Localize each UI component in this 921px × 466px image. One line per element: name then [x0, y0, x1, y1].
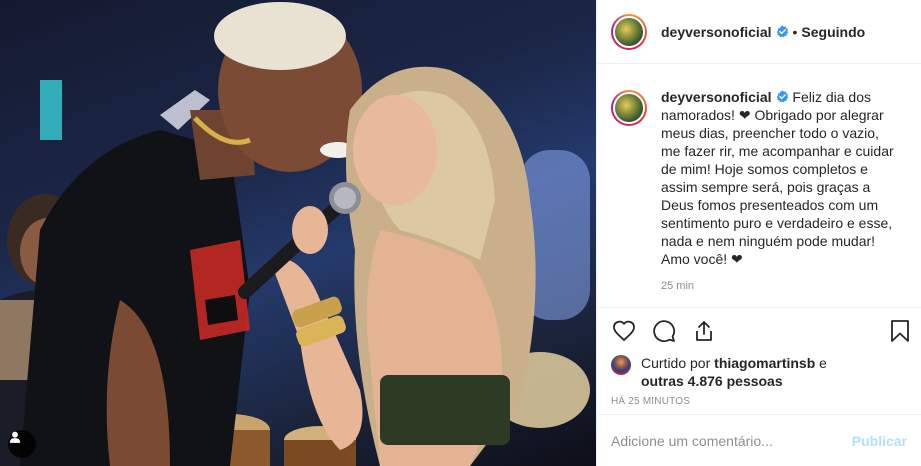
user-tag-button[interactable] [8, 430, 36, 458]
liked-by-user[interactable]: thiagomartinsb [714, 355, 815, 371]
caption-avatar[interactable] [611, 90, 647, 126]
caption-section: deyversonoficial Feliz dia dos namorados… [597, 64, 921, 307]
liker-avatar[interactable] [611, 355, 631, 375]
comment-icon[interactable] [651, 318, 677, 344]
caption-body: Feliz dia dos namorados! ❤ Obrigado por … [661, 89, 894, 267]
share-icon[interactable] [691, 318, 717, 344]
liked-by-prefix: Curtido por [641, 355, 715, 371]
action-bar [597, 308, 921, 354]
caption-username[interactable]: deyversonoficial [661, 89, 772, 105]
caption-row: deyversonoficial Feliz dia dos namorados… [611, 88, 907, 268]
caption-text: deyversonoficial Feliz dia dos namorados… [661, 88, 901, 268]
likes-text: Curtido por thiagomartinsb e outras 4.87… [641, 354, 827, 390]
likes-row: Curtido por thiagomartinsb e outras 4.87… [597, 354, 921, 390]
post-photo-illustration [0, 2, 590, 466]
heart-icon[interactable] [611, 318, 637, 344]
post-date[interactable]: HÁ 25 MINUTOS [597, 396, 921, 407]
comment-form: Publicar [597, 414, 921, 466]
caption-timestamp[interactable]: 25 min [661, 280, 907, 292]
header-username[interactable]: deyversonoficial [661, 24, 772, 40]
post-header: deyversonoficial • Seguindo [597, 0, 921, 64]
bookmark-icon[interactable] [887, 318, 913, 344]
liked-by-mid: e [815, 355, 827, 371]
avatar[interactable] [611, 13, 647, 50]
verified-badge-icon [776, 89, 789, 103]
liked-by-others[interactable]: outras 4.876 pessoas [641, 373, 783, 389]
post-actions-section: Curtido por thiagomartinsb e outras 4.87… [597, 307, 921, 407]
post-photo[interactable] [0, 0, 596, 466]
separator-dot: • [792, 23, 798, 40]
comment-input[interactable] [611, 432, 852, 449]
verified-badge-icon [776, 25, 789, 38]
following-button[interactable]: Seguindo [801, 24, 865, 40]
publish-button[interactable]: Publicar [852, 433, 907, 449]
post-side-panel: deyversonoficial • Seguindo deyversonofi… [596, 0, 921, 466]
